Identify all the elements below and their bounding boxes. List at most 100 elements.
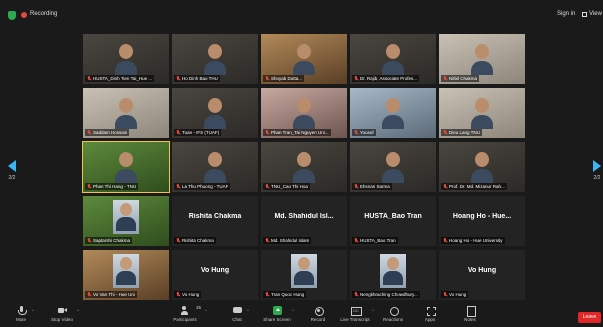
share-options-chevron-icon[interactable]: ^ [292,308,294,313]
participant-video [293,44,315,76]
muted-mic-icon [87,238,91,243]
muted-mic-icon [176,292,180,297]
view-label: View [589,11,602,17]
notes-label: Notes [464,317,476,322]
previous-page-button[interactable]: 2/2 [6,160,18,181]
stop-video-button[interactable]: Stop Video [47,306,77,322]
participant-tile[interactable]: Hoang Ho - Hue... Hoang Ho - Hue Univers… [439,196,525,246]
participant-tile[interactable]: Vo Hung Vo Hung [439,250,525,300]
record-button[interactable]: Record [303,306,333,322]
transcript-options-chevron-icon[interactable]: ^ [372,308,374,313]
participant-tile[interactable]: Dr. Rajib, Associate Profes... [350,34,436,84]
participant-tile[interactable]: Yousuf [350,88,436,138]
participant-tile[interactable]: Tuan - IFS (TUAF) [172,88,258,138]
participant-video [115,152,137,184]
participant-tile[interactable]: TNU_Cao Thi Hoa [261,142,347,192]
security-shield-icon[interactable] [8,11,16,20]
participant-name-label: Nitbil Chakma [441,75,480,82]
leave-button[interactable]: Leave [578,312,601,323]
muted-mic-icon [176,238,180,243]
participant-tile[interactable]: Saddam Hossain [83,88,169,138]
muted-mic-icon [265,292,269,297]
reactions-button[interactable]: Reactions [378,306,408,322]
apps-button[interactable]: Apps [415,306,445,322]
microphone-icon [17,306,27,315]
participant-tile[interactable]: Dieu Lang TNU [439,88,525,138]
muted-mic-icon [176,130,180,135]
participant-name: TNU_Cao Thi Hoa [271,184,308,189]
participant-tile[interactable]: Ho Dinh Bao THU [172,34,258,84]
participant-photo [380,254,406,288]
muted-mic-icon [354,292,358,297]
participant-tile[interactable]: Shoyab Dutta... [261,34,347,84]
participant-name: Tran Quoc Hung [271,292,305,297]
participant-tile[interactable]: HUSTA_Bao Tran HUSTA_Bao Tran [350,196,436,246]
participant-video [293,98,315,130]
share-screen-label: Share Screen [263,317,291,322]
participant-name-label: Rishita Chakma [174,237,216,244]
participant-tile[interactable]: Prof. Dr. Md. Mizanur Rah... [439,142,525,192]
participant-name: La Thu Phuong - TUAF [182,184,229,189]
mute-label: Mute [15,317,26,322]
participant-name-label: Ehsnan Sarma [352,183,392,190]
participant-video [204,152,226,184]
view-button[interactable]: View [582,11,602,17]
recording-icon [21,12,27,18]
participant-photo [291,254,317,288]
participants-options-chevron-icon[interactable]: ^ [205,308,207,313]
participant-tile[interactable]: Saptarshi Chakma [83,196,169,246]
live-transcript-button[interactable]: Live Transcript [340,306,370,322]
participant-video [382,98,404,130]
share-screen-button[interactable]: Share Screen [262,306,292,322]
participant-video [471,98,493,130]
participant-tile[interactable]: Ehsnan Sarma [350,142,436,192]
participant-tile[interactable]: Phan Tran_Tai Nguyen Uni... [261,88,347,138]
muted-mic-icon [265,238,269,243]
participant-name: HUSTA_Bao Tran [360,238,396,243]
participant-video [204,98,226,130]
participant-name: Dieu Lang TNU [449,130,480,135]
participant-name: Shoyab Dutta... [271,76,303,81]
participant-name-label: Dr. Rajib, Associate Profes... [352,75,420,82]
muted-mic-icon [87,184,91,189]
participant-name: HUSTA_Dinh Tien Tai_Hue ... [93,76,153,81]
participant-tile[interactable]: Vo Hung Vo Hung [172,250,258,300]
audio-options-chevron-icon[interactable]: ^ [32,308,34,313]
participant-name: Vo Hung [182,292,200,297]
participant-name: Nitbil Chakma [449,76,478,81]
participant-tile[interactable]: HUSTA_Dinh Tien Tai_Hue ... [83,34,169,84]
participant-tile[interactable]: Phan Thi Hang - TNU [82,141,170,193]
stop-video-label: Stop Video [51,317,73,322]
participant-tile[interactable]: Md. Shahidul Isl... Md. Shahidul Islam [261,196,347,246]
muted-mic-icon [443,130,447,135]
notes-button[interactable]: Notes [455,306,485,322]
participant-tile[interactable]: Rishita Chakma Rishita Chakma [172,196,258,246]
live-transcript-label: Live Transcript [340,317,370,322]
participant-tile[interactable]: Nengkhraching Chowdhury... [350,250,436,300]
video-options-chevron-icon[interactable]: ^ [77,308,79,313]
participant-name-label: Yousuf [352,129,376,136]
participant-video [471,152,493,184]
participant-name-label: Saptarshi Chakma [85,237,133,244]
participant-name-label: Phan Thi Hang - TNU [85,183,139,190]
arrow-left-icon [8,160,16,172]
participant-tile[interactable]: La Thu Phuong - TUAF [172,142,258,192]
meeting-toolbar: Mute ^ Stop Video ^ Participants 35 ^ Ch… [0,304,603,327]
participant-tile[interactable]: Nitbil Chakma [439,34,525,84]
participant-name: Vo Hung [449,292,467,297]
participant-display-name: Rishita Chakma [188,213,242,220]
participant-name-label: Vo Van Thi - Hue Uni [85,291,137,298]
muted-mic-icon [443,292,447,297]
participant-name-label: La Thu Phuong - TUAF [174,183,231,190]
next-page-button[interactable]: 2/2 [591,160,603,181]
sign-in-link[interactable]: Sign in [557,11,575,17]
muted-mic-icon [265,76,269,81]
participant-name-label: Dieu Lang TNU [441,129,482,136]
participant-name: Ho Dinh Bao THU [182,76,218,81]
participant-name-label: HUSTA_Dinh Tien Tai_Hue ... [85,75,155,82]
chat-options-chevron-icon[interactable]: ^ [247,308,249,313]
participant-tile[interactable]: Vo Van Thi - Hue Uni [83,250,169,300]
participant-display-name: HUSTA_Bao Tran [364,213,422,220]
participant-tile[interactable]: Tran Quoc Hung [261,250,347,300]
participant-name-label: Md. Shahidul Islam [263,237,312,244]
